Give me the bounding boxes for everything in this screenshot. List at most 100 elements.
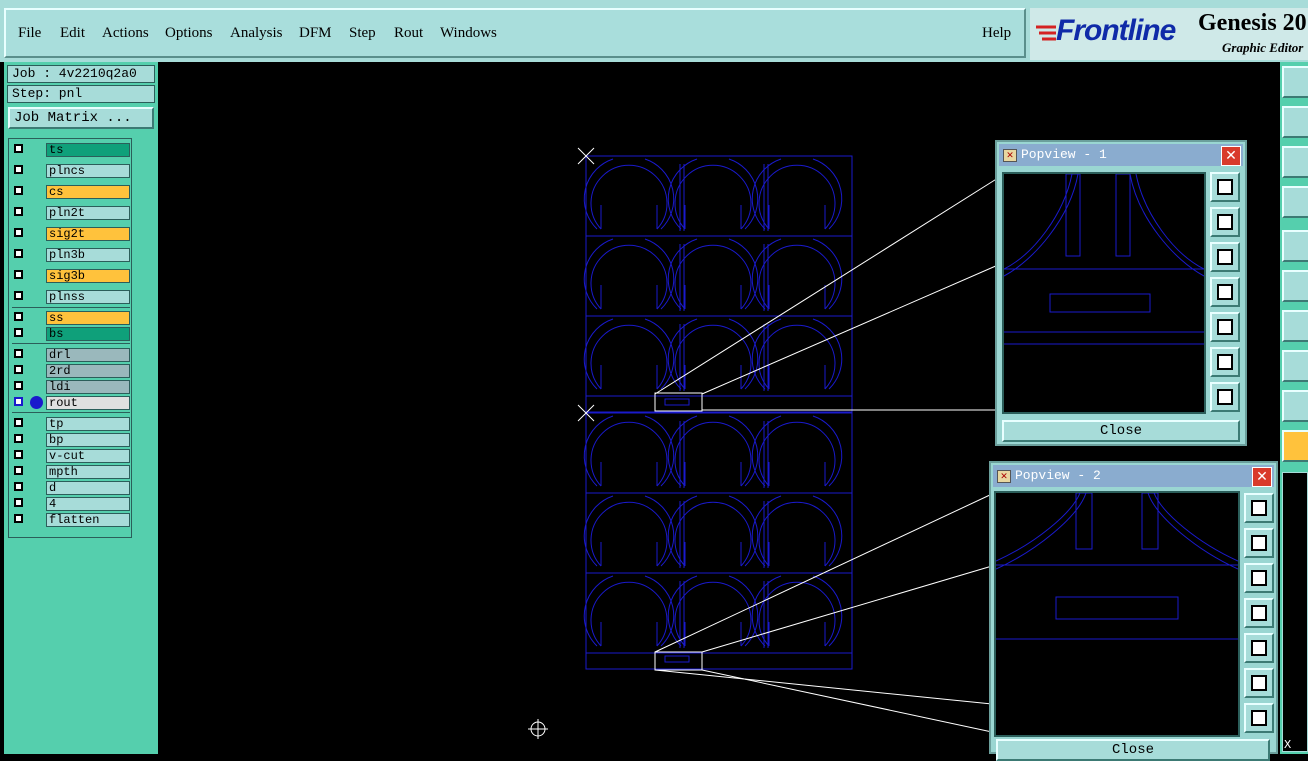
popview-1-view[interactable] — [1002, 172, 1206, 414]
layer-row-ts[interactable]: ts — [12, 143, 132, 157]
layer-row-2rd[interactable]: 2rd — [12, 364, 132, 378]
layer-name[interactable]: v-cut — [46, 449, 130, 463]
layer-name[interactable]: drl — [46, 348, 130, 362]
layer-checkbox[interactable] — [14, 312, 23, 321]
toolbar-button-6[interactable] — [1282, 270, 1308, 302]
popview-2-tool-4[interactable] — [1244, 598, 1274, 628]
popview-1-tool-6[interactable] — [1210, 347, 1240, 377]
popview-1-close-button[interactable]: Close — [1002, 420, 1240, 442]
layer-name[interactable]: plnss — [46, 290, 130, 304]
layer-checkbox[interactable] — [14, 418, 23, 427]
layer-name[interactable]: cs — [46, 185, 130, 199]
layer-name[interactable]: mpth — [46, 465, 130, 479]
popview-2-titlebar[interactable]: ✕ Popview - 2 ✕ — [993, 465, 1274, 487]
job-matrix-button[interactable]: Job Matrix ... — [8, 107, 154, 129]
layer-row-d[interactable]: d — [12, 481, 132, 495]
menu-file[interactable]: File — [18, 25, 41, 42]
layer-row-mpth[interactable]: mpth — [12, 465, 132, 479]
layer-checkbox[interactable] — [14, 365, 23, 374]
layer-name[interactable]: flatten — [46, 513, 130, 527]
toolbar-button-2[interactable] — [1282, 106, 1308, 138]
layer-name[interactable]: ts — [46, 143, 130, 157]
layer-row-v-cut[interactable]: v-cut — [12, 449, 132, 463]
menu-analysis[interactable]: Analysis — [230, 25, 283, 42]
layer-checkbox[interactable] — [14, 514, 23, 523]
layer-checkbox[interactable] — [14, 291, 23, 300]
layer-row-plnss[interactable]: plnss — [12, 290, 132, 304]
layer-name[interactable]: ldi — [46, 380, 130, 394]
layer-name[interactable]: sig2t — [46, 227, 130, 241]
layer-checkbox[interactable] — [14, 144, 23, 153]
mini-overview[interactable] — [1282, 472, 1308, 752]
layer-checkbox[interactable] — [14, 328, 23, 337]
layer-row-bs[interactable]: bs — [12, 327, 132, 341]
layer-checkbox[interactable] — [14, 165, 23, 174]
layer-name[interactable]: 4 — [46, 497, 130, 511]
popview-2-tool-7[interactable] — [1244, 703, 1274, 733]
menu-actions[interactable]: Actions — [102, 25, 149, 42]
layer-row-tp[interactable]: tp — [12, 417, 132, 431]
layer-name[interactable]: 2rd — [46, 364, 130, 378]
layer-row-cs[interactable]: cs — [12, 185, 132, 199]
layer-row-sig3b[interactable]: sig3b — [12, 269, 132, 283]
toolbar-button-1[interactable] — [1282, 66, 1308, 98]
layer-name[interactable]: rout — [46, 396, 130, 410]
layer-checkbox[interactable] — [14, 498, 23, 507]
menu-dfm[interactable]: DFM — [299, 25, 332, 42]
layer-row-ss[interactable]: ss — [12, 311, 132, 325]
layer-checkbox[interactable] — [14, 466, 23, 475]
popview-1-tool-2[interactable] — [1210, 207, 1240, 237]
layer-checkbox[interactable] — [14, 482, 23, 491]
layer-row-drl[interactable]: drl — [12, 348, 132, 362]
layer-name[interactable]: pln3b — [46, 248, 130, 262]
popview-2-view[interactable] — [994, 491, 1240, 737]
layer-checkbox[interactable] — [14, 434, 23, 443]
layer-row-sig2t[interactable]: sig2t — [12, 227, 132, 241]
close-icon[interactable]: ✕ — [1221, 146, 1241, 166]
popview-2-close-button[interactable]: Close — [996, 739, 1270, 761]
layer-row-4[interactable]: 4 — [12, 497, 132, 511]
layer-name[interactable]: bp — [46, 433, 130, 447]
menu-options[interactable]: Options — [165, 25, 213, 42]
popview-1-tool-7[interactable] — [1210, 382, 1240, 412]
popview-2-tool-1[interactable] — [1244, 493, 1274, 523]
menu-help[interactable]: Help — [982, 25, 1011, 42]
layer-row-pln3b[interactable]: pln3b — [12, 248, 132, 262]
layer-row-flatten[interactable]: flatten — [12, 513, 132, 527]
toolbar-button-4[interactable] — [1282, 186, 1308, 218]
layer-checkbox[interactable] — [14, 186, 23, 195]
toolbar-button-3[interactable] — [1282, 146, 1308, 178]
toolbar-button-7[interactable] — [1282, 310, 1308, 342]
popview-1-tool-4[interactable] — [1210, 277, 1240, 307]
layer-checkbox[interactable] — [14, 207, 23, 216]
popview-1-titlebar[interactable]: ✕ Popview - 1 ✕ — [999, 144, 1243, 166]
layer-name[interactable]: ss — [46, 311, 130, 325]
layer-checkbox[interactable] — [14, 349, 23, 358]
layer-row-rout[interactable]: rout — [12, 396, 132, 410]
layer-checkbox[interactable] — [14, 381, 23, 390]
layer-row-ldi[interactable]: ldi — [12, 380, 132, 394]
menu-step[interactable]: Step — [349, 25, 376, 42]
toolbar-button-5[interactable] — [1282, 230, 1308, 262]
layer-row-plncs[interactable]: plncs — [12, 164, 132, 178]
toolbar-button-9[interactable] — [1282, 390, 1308, 422]
menu-edit[interactable]: Edit — [60, 25, 85, 42]
layer-name[interactable]: d — [46, 481, 130, 495]
layer-name[interactable]: tp — [46, 417, 130, 431]
toolbar-button-8[interactable] — [1282, 350, 1308, 382]
close-icon[interactable]: ✕ — [1252, 467, 1272, 487]
popview-2-tool-2[interactable] — [1244, 528, 1274, 558]
pointer-tool-button[interactable] — [1282, 430, 1308, 462]
layer-name[interactable]: sig3b — [46, 269, 130, 283]
layer-row-pln2t[interactable]: pln2t — [12, 206, 132, 220]
layer-name[interactable]: bs — [46, 327, 130, 341]
layer-checkbox[interactable] — [14, 249, 23, 258]
popview-2-tool-5[interactable] — [1244, 633, 1274, 663]
popview-1-tool-5[interactable] — [1210, 312, 1240, 342]
popview-2-tool-6[interactable] — [1244, 668, 1274, 698]
popview-1-tool-1[interactable] — [1210, 172, 1240, 202]
layer-checkbox[interactable] — [14, 270, 23, 279]
menu-windows[interactable]: Windows — [440, 25, 497, 42]
layer-name[interactable]: pln2t — [46, 206, 130, 220]
menu-rout[interactable]: Rout — [394, 25, 423, 42]
